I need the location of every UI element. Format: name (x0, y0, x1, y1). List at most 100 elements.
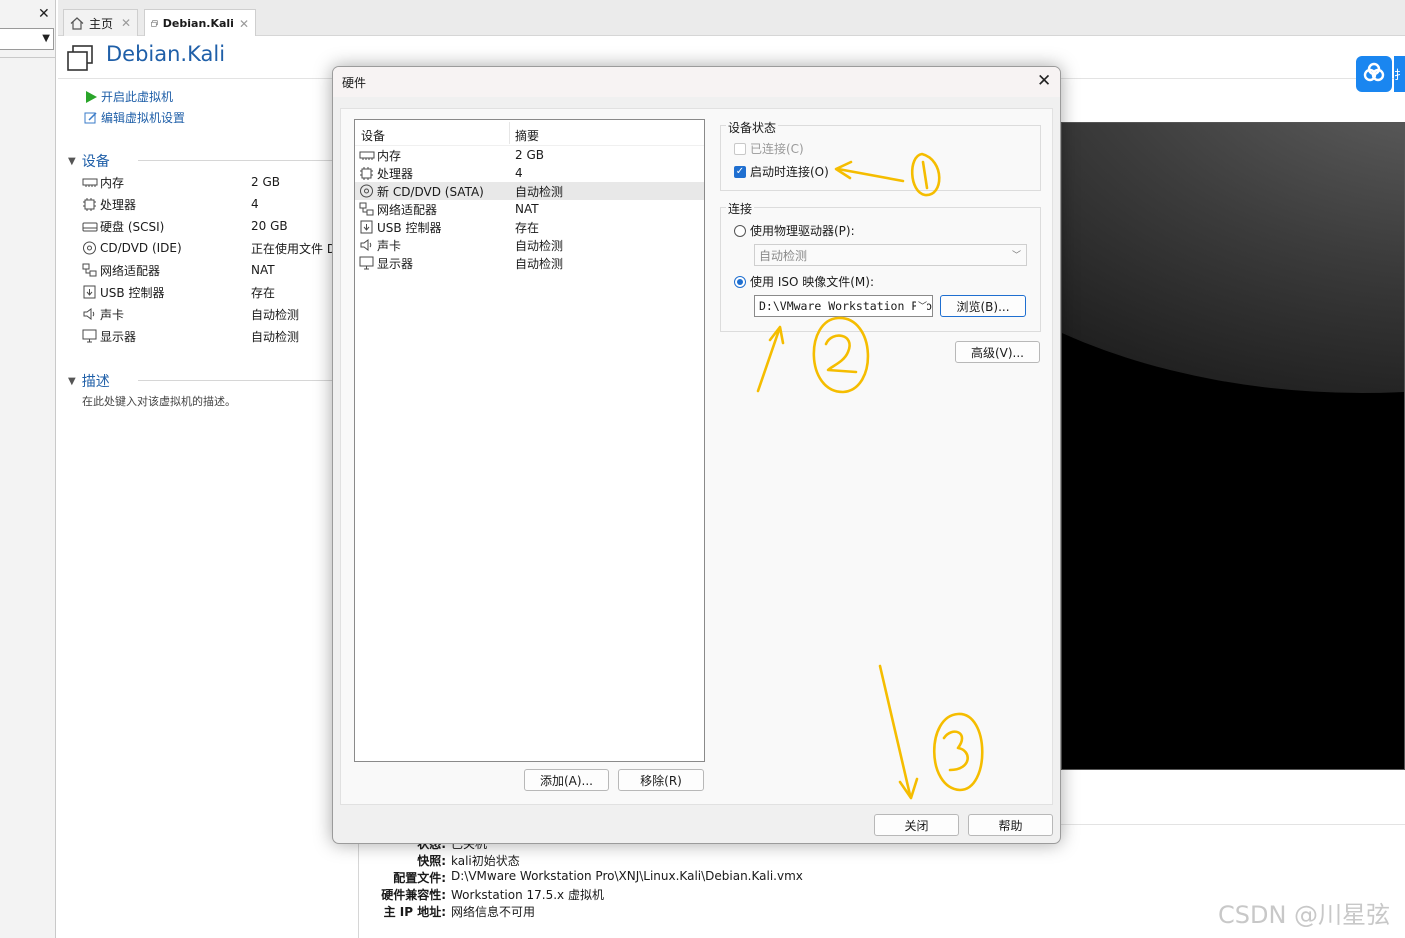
browse-button[interactable]: 浏览(B)... (940, 295, 1026, 317)
usb-icon (82, 285, 98, 299)
hardware-name: 网络适配器 (377, 202, 438, 217)
detail-key: 主 IP 地址: (383, 905, 446, 919)
detail-value: 网络信息不可用 (451, 905, 536, 919)
column-header-summary[interactable]: 摘要 (515, 127, 539, 144)
device-value: 正在使用文件 D (251, 241, 337, 256)
close-button[interactable]: 关闭 (874, 814, 959, 836)
close-icon[interactable]: ✕ (239, 17, 249, 31)
library-panel: ✕ ▼ (0, 0, 56, 938)
detail-row: 硬件兼容性: Workstation 17.5.x 虚拟机 (358, 886, 858, 903)
use-physical-drive-radio[interactable]: 使用物理驱动器(P): (734, 222, 855, 239)
hardware-device-list[interactable]: 设备 摘要 内存 2 GB 处理器 4 新 CD/DVD (SATA) 自动检测 网络适配器… (354, 119, 705, 762)
connected-checkbox[interactable]: 已连接(C) (734, 140, 804, 157)
device-name: 网络适配器 (100, 263, 161, 278)
cloud-sync-button[interactable] (1356, 56, 1392, 92)
vm-icon (67, 45, 93, 71)
memory-icon (359, 148, 375, 162)
hardware-name: 处理器 (377, 166, 414, 181)
connect-at-power-on-checkbox[interactable]: ✓ 启动时连接(O) (734, 163, 829, 180)
checkbox-box (734, 142, 746, 155)
library-search-dropdown[interactable]: ▼ (0, 28, 54, 50)
edit-vm-settings-label: 编辑虚拟机设置 (101, 111, 186, 125)
hardware-name: 显示器 (377, 256, 414, 271)
physical-drive-select[interactable]: 自动检测 ﹀ (754, 244, 1027, 266)
device-row[interactable]: USB 控制器 存在 (82, 282, 332, 302)
column-separator[interactable] (509, 122, 510, 144)
device-row[interactable]: 网络适配器 NAT (82, 260, 332, 280)
radio-button-selected (734, 275, 746, 288)
detail-row: 快照: kali初始状态 (358, 852, 858, 869)
hardware-row[interactable]: 内存 2 GB (355, 146, 704, 164)
use-physical-drive-label: 使用物理驱动器(P): (750, 224, 855, 238)
use-iso-file-radio[interactable]: 使用 ISO 映像文件(M): (734, 273, 874, 290)
help-button[interactable]: 帮助 (968, 814, 1053, 836)
detail-value: Workstation 17.5.x 虚拟机 (451, 888, 604, 902)
hardware-row[interactable]: 处理器 4 (355, 164, 704, 182)
detail-key: 配置文件: (393, 871, 446, 885)
hardware-name: USB 控制器 (377, 220, 442, 235)
hardware-row[interactable]: 网络适配器 NAT (355, 200, 704, 218)
advanced-button[interactable]: 高级(V)... (955, 341, 1040, 363)
iso-path-combobox[interactable]: D:\VMware Workstation Pro ﹀ (754, 295, 933, 317)
iso-path-value: D:\VMware Workstation Pro (759, 299, 933, 313)
connected-label: 已连接(C) (750, 142, 804, 156)
device-row[interactable]: 显示器 自动检测 (82, 326, 332, 346)
devices-heading: 设备 (81, 154, 110, 170)
device-value: 存在 (251, 285, 276, 300)
hardware-summary: 存在 (515, 220, 540, 235)
device-status-heading: 设备状态 (726, 119, 779, 136)
remove-hardware-button[interactable]: 移除(R) (618, 769, 704, 791)
description-heading: 描述 (81, 374, 110, 390)
devices-section-toggle[interactable]: ▼ 设备 (68, 151, 110, 171)
divider (0, 57, 55, 58)
cloud-sync-button-edge[interactable]: 扌 (1394, 56, 1405, 92)
description-placeholder[interactable]: 在此处键入对该虚拟机的描述。 (82, 393, 236, 409)
connection-heading: 连接 (726, 200, 755, 217)
hardware-summary: 2 GB (515, 148, 544, 162)
device-row[interactable]: 内存 2 GB (82, 172, 332, 192)
hardware-row[interactable]: 声卡 自动检测 (355, 236, 704, 254)
tab-bar: 主页 ✕ Debian.Kali ✕ (58, 0, 1405, 37)
description-section-toggle[interactable]: ▼ 描述 (68, 371, 110, 391)
start-vm-link[interactable]: 开启此虚拟机 (84, 88, 173, 105)
connect-at-power-on-label: 启动时连接(O) (750, 165, 829, 179)
device-row[interactable]: 声卡 自动检测 (82, 304, 332, 324)
network-adapter-icon (82, 263, 98, 277)
device-value: 2 GB (251, 175, 280, 189)
speaker-icon (82, 307, 98, 321)
device-name: CD/DVD (IDE) (100, 241, 182, 255)
edit-vm-settings-link[interactable]: 编辑虚拟机设置 (84, 109, 185, 126)
processor-icon (359, 166, 375, 180)
tab-debian-kali[interactable]: Debian.Kali ✕ (144, 9, 256, 37)
device-value: 20 GB (251, 219, 288, 233)
collapse-triangle-icon: ▼ (68, 375, 76, 387)
hardware-row[interactable]: 新 CD/DVD (SATA) 自动检测 (355, 182, 704, 200)
dialog-titlebar[interactable]: 硬件 ✕ (333, 67, 1060, 97)
tab-home[interactable]: 主页 ✕ (63, 9, 138, 36)
device-name: 处理器 (100, 197, 137, 212)
library-close-icon[interactable]: ✕ (38, 6, 50, 22)
dialog-close-icon[interactable]: ✕ (1037, 71, 1051, 91)
hardware-row[interactable]: 显示器 自动检测 (355, 254, 704, 272)
device-row[interactable]: CD/DVD (IDE) 正在使用文件 D (82, 238, 336, 258)
radio-button (734, 224, 746, 237)
chevron-down-icon: ▼ (42, 33, 50, 44)
hardware-row[interactable]: USB 控制器 存在 (355, 218, 704, 236)
vm-screen-thumbnail[interactable] (1061, 122, 1405, 770)
device-row[interactable]: 处理器 4 (82, 194, 332, 214)
speaker-icon (359, 238, 375, 252)
close-icon[interactable]: ✕ (121, 16, 131, 30)
column-header-device[interactable]: 设备 (361, 127, 385, 144)
detail-row: 配置文件: D:\VMware Workstation Pro\XNJ\Linux… (358, 869, 858, 886)
device-name: 内存 (100, 175, 125, 190)
processor-icon (82, 197, 98, 211)
divider (1060, 824, 1405, 825)
hardware-summary: 自动检测 (515, 184, 564, 199)
device-row[interactable]: 硬盘 (SCSI) 20 GB (82, 216, 332, 236)
chevron-down-icon[interactable]: ﹀ (915, 299, 927, 312)
add-hardware-button[interactable]: 添加(A)... (524, 769, 609, 791)
device-value: NAT (251, 263, 275, 277)
list-header: 设备 摘要 (355, 120, 704, 146)
hardware-summary: 4 (515, 166, 523, 180)
vm-screen-background (1062, 123, 1404, 393)
